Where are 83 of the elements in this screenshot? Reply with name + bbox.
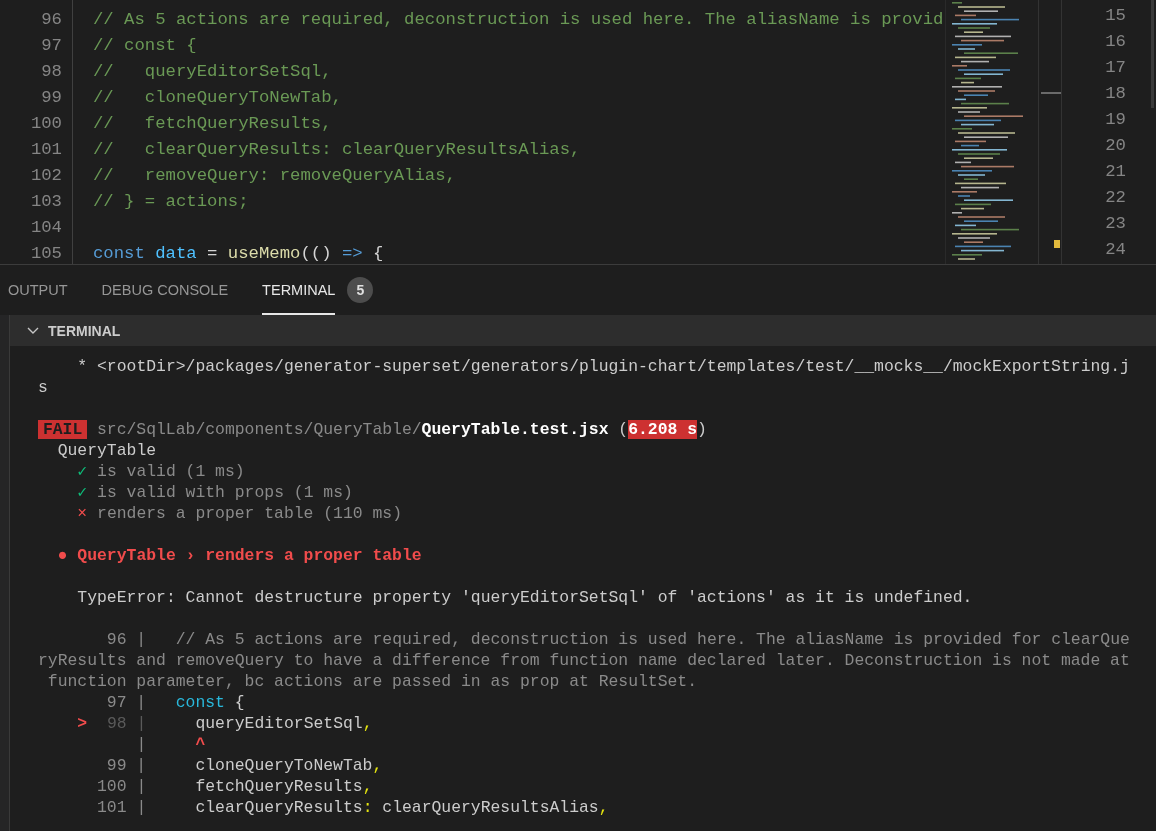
line-number: 105 [29,243,62,264]
line-number: 97 [40,35,62,57]
code-comment: // removeQuery: removeQueryAlias, [93,166,456,185]
code-punctuation: : [362,798,373,817]
cross-icon: × [77,504,88,523]
code-text: (() [300,244,332,263]
code-comment: // As 5 actions are required, deconstruction is used here. The aliasName is provid [93,10,944,29]
terminal-text: QueryTable [57,441,157,460]
code-punctuation: , [362,777,373,796]
code-comment: // cloneQueryToNewTab, [93,88,342,107]
code-variable: data [155,244,197,263]
line-number: 24 [1104,239,1126,261]
error-title: ● QueryTable › renders a proper table [57,546,422,565]
scroll-position-marker [1041,92,1061,94]
check-icon: ✓ [77,462,88,481]
terminal-text: clearQueryResultsAlias [382,798,599,817]
terminal-text: s [38,378,48,397]
code-keyword: const [93,244,145,263]
line-number: 104 [29,217,62,239]
code-punctuation: , [372,756,383,775]
line-number: 99 [40,87,62,109]
line-number: 97 | [106,693,147,712]
code-keyword: const [175,693,225,712]
line-number: 101 | [97,798,147,817]
check-icon: ✓ [77,483,88,502]
line-number: 17 [1104,57,1126,79]
line-number: 99 | [106,756,147,775]
caret-icon: ^ [195,735,206,754]
section-header[interactable]: TERMINAL [10,315,1156,346]
code-text: { [373,244,384,263]
file-name: QueryTable.test.jsx [421,420,609,439]
terminal-text: * <rootDir>/packages/generator-superset/generators/plugin-chart/templates/test/__mocks__/mockExportString.j [77,357,1130,376]
line-number: 21 [1104,161,1126,183]
terminal-text: { [234,693,245,712]
code-keyword: => [341,244,363,263]
line-number: 23 [1104,213,1126,235]
line-number: 100 | [97,777,147,796]
line-number: 98 | [106,714,147,733]
terminal-text: ( [618,420,629,439]
code-punctuation: , [362,714,373,733]
line-number: 18 [1104,83,1126,105]
code-comment: // } = actions; [93,192,249,211]
code-text: = [207,244,218,263]
duration-badge: 6.208 s [628,420,698,439]
panel-tab[interactable]: DEBUG CONSOLE [101,265,229,315]
terminal-text: TypeError: Cannot destructure property 'queryEditorSetSql' of 'actions' as it is undefined. [77,588,973,607]
line-number: 96 | [106,630,147,649]
terminal-text: // As 5 actions are required, deconstruction is used here. The aliasName is provided for clearQue [175,630,1130,649]
terminal-text: is valid (1 ms) [97,462,245,481]
line-number: 100 [29,113,62,135]
line-number: 15 [1104,5,1126,27]
code-punctuation: , [598,798,609,817]
count-badge: 5 [347,277,374,303]
code-comment: // queryEditorSetSql, [93,62,332,81]
code-function: useMemo [227,244,301,263]
terminal-text: function parameter, bc actions are passed in as prop at ResultSet. [47,672,698,691]
code-comment: // fetchQueryResults, [93,114,332,133]
section-title: TERMINAL [48,322,121,339]
line-number: 19 [1104,109,1126,131]
line-number: 103 [29,191,62,213]
warning-marker [1054,240,1060,248]
terminal-text: renders a proper table (110 ms) [97,504,402,523]
line-number: 16 [1104,31,1126,53]
line-number: 22 [1104,187,1126,209]
terminal-text: queryEditorSetSql [195,714,363,733]
panel-tab[interactable]: OUTPUT [8,265,68,315]
line-number: 101 [29,139,62,161]
line-number: 98 [40,61,62,83]
code-comment: // clearQueryResults: clearQueryResultsAlias, [93,140,581,159]
terminal-text: is valid with props (1 ms) [97,483,353,502]
line-number: 102 [29,165,62,187]
terminal-text: fetchQueryResults [195,777,363,796]
terminal-text: clearQueryResults [195,798,363,817]
terminal-text: ) [697,420,707,439]
fail-badge: FAIL [38,420,88,439]
line-number: 96 [40,9,62,31]
terminal-text: src/SqlLab/components/QueryTable/ [97,420,422,439]
line-number: | [136,735,147,754]
line-number: 20 [1104,135,1126,157]
error-marker: > [77,714,88,733]
code-comment: // const { [93,36,197,55]
terminal-text: cloneQueryToNewTab [195,756,373,775]
terminal-text: ryResults and removeQuery to have a difference from function name declared later. Deconstruction is not made at [38,651,1130,670]
